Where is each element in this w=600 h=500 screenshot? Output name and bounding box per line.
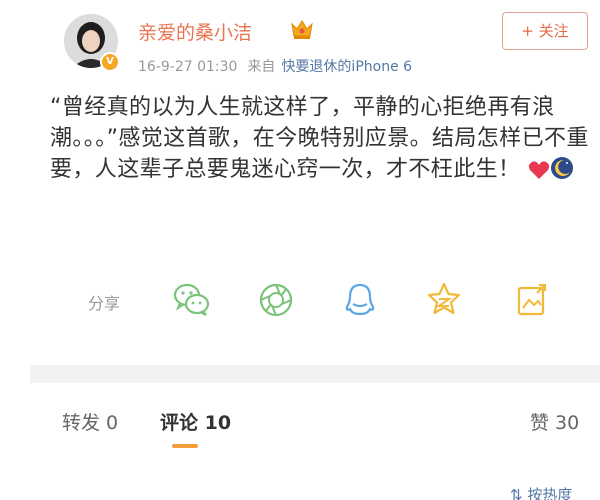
moon-icon xyxy=(550,156,574,189)
tab-reposts[interactable]: 转发 0 xyxy=(62,408,118,435)
verified-badge-icon: V xyxy=(100,52,120,72)
tab-likes[interactable]: 赞 30 xyxy=(530,408,579,435)
username[interactable]: 亲爱的桑小洁 xyxy=(138,18,252,45)
post-text: “曾经真的以为人生就这样了，平静的心拒绝再有浪潮。。。”感觉这首歌，在今晚特别应… xyxy=(50,92,595,189)
weibo-post-page: V 亲爱的桑小洁 16-9-27 01:30 来自 快要退休的iPhone 6 + … xyxy=(0,0,600,500)
post-meta: 16-9-27 01:30 来自 快要退休的iPhone 6 xyxy=(138,56,412,76)
wechat-icon[interactable] xyxy=(172,280,212,320)
post-body: “曾经真的以为人生就这样了，平静的心拒绝再有浪潮。。。”感觉这首歌，在今晚特别应… xyxy=(50,95,589,182)
post-timestamp: 16-9-27 01:30 xyxy=(138,59,238,75)
post-source-link[interactable]: 快要退休的iPhone 6 xyxy=(281,59,412,75)
heart-icon xyxy=(528,158,550,189)
share-label: 分享 xyxy=(88,294,121,313)
sort-by-hot-button[interactable]: ⇅ 按热度 xyxy=(510,484,572,500)
moments-icon[interactable] xyxy=(256,280,296,320)
section-divider xyxy=(30,365,600,383)
follow-button[interactable]: + 关注 xyxy=(502,12,588,50)
crown-vip-icon xyxy=(290,18,314,44)
sort-label: 按热度 xyxy=(527,486,573,500)
active-tab-indicator xyxy=(172,444,198,448)
image-share-icon[interactable] xyxy=(512,280,552,320)
from-label: 来自 xyxy=(247,59,276,75)
qzone-icon[interactable] xyxy=(424,280,464,320)
sort-icon: ⇅ xyxy=(510,486,523,500)
qq-icon[interactable] xyxy=(340,280,380,320)
tab-comments[interactable]: 评论 10 xyxy=(160,408,231,435)
